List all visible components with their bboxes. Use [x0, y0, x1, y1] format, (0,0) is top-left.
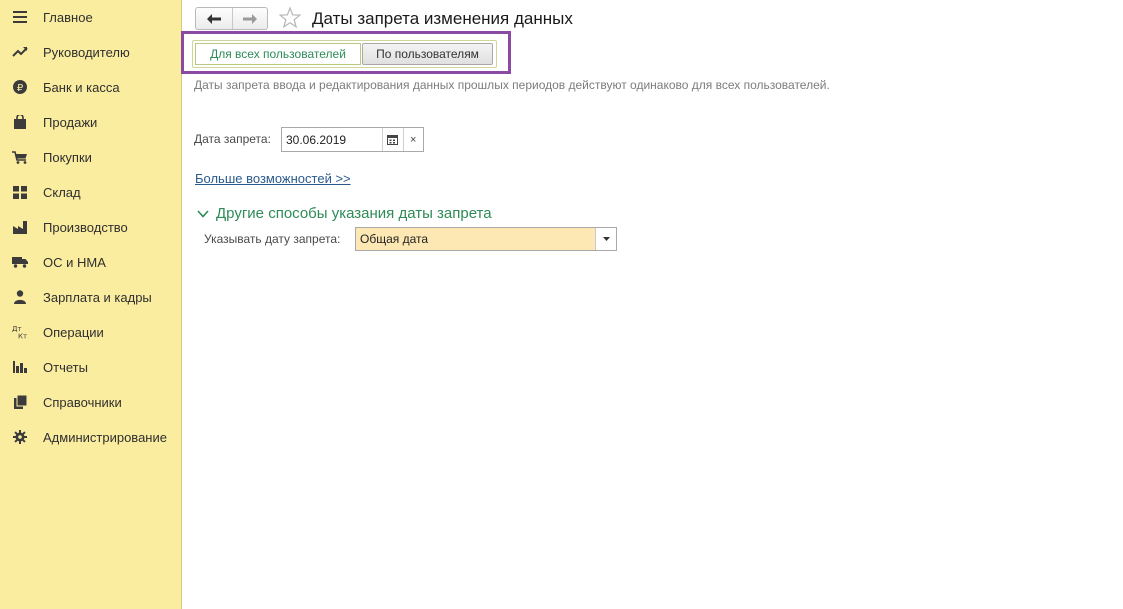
sidebar-item-salary[interactable]: Зарплата и кадры [0, 283, 181, 311]
sidebar-item-bank[interactable]: ₽ Банк и касса [0, 73, 181, 101]
cart-icon [12, 150, 28, 164]
sidebar-item-label: Отчеты [43, 360, 88, 375]
date-field: × [281, 127, 424, 152]
sidebar-item-label: Склад [43, 185, 81, 200]
sidebar-item-label: Операции [43, 325, 104, 340]
tab-all-users[interactable]: Для всех пользователей [195, 43, 361, 65]
info-text: Даты запрета ввода и редактирования данн… [194, 78, 830, 92]
group-title: Другие способы указания даты запрета [216, 205, 492, 222]
tab-by-users[interactable]: По пользователям [362, 43, 493, 65]
mode-switch: Для всех пользователей По пользователям [192, 40, 497, 68]
more-options-link[interactable]: Больше возможностей >> [195, 171, 351, 186]
history-navigation [195, 7, 268, 30]
sidebar-item-manager[interactable]: Руководителю [0, 38, 181, 66]
dropdown-button[interactable] [595, 228, 616, 250]
sidebar-item-warehouse[interactable]: Склад [0, 178, 181, 206]
sidebar-item-label: Продажи [43, 115, 98, 130]
sidebar-item-sales[interactable]: Продажи [0, 108, 181, 136]
date-label: Дата запрета: [194, 132, 271, 146]
warehouse-grid-icon [12, 185, 28, 199]
sidebar-item-reports[interactable]: Отчеты [0, 353, 181, 381]
svg-text:₽: ₽ [17, 83, 24, 94]
sidebar: Главное Руководителю ₽ Банк и касса Прод… [0, 0, 182, 609]
favorite-star-button[interactable] [278, 6, 302, 30]
ruble-icon: ₽ [12, 80, 28, 94]
group-toggle[interactable]: Другие способы указания даты запрета [196, 205, 492, 222]
sidebar-item-label: Производство [43, 220, 128, 235]
sidebar-item-label: Главное [43, 10, 93, 25]
date-input[interactable] [282, 128, 382, 151]
trend-icon [12, 45, 28, 59]
date-mode-select[interactable]: Общая дата [355, 227, 617, 251]
sidebar-item-label: Банк и касса [43, 80, 120, 95]
sidebar-item-production[interactable]: Производство [0, 213, 181, 241]
chevron-down-icon [602, 237, 610, 241]
factory-icon [12, 220, 28, 234]
svg-text:Кт: Кт [18, 333, 27, 340]
arrow-right-icon [242, 13, 257, 24]
calendar-icon [387, 135, 399, 145]
chevron-down-icon [197, 209, 209, 218]
sidebar-item-label: Справочники [43, 395, 122, 410]
dt-kt-icon: Дт Кт [12, 325, 28, 339]
sidebar-item-purchases[interactable]: Покупки [0, 143, 181, 171]
sidebar-item-label: Зарплата и кадры [43, 290, 152, 305]
clear-button[interactable]: × [402, 128, 424, 151]
date-mode-label: Указывать дату запрета: [204, 232, 341, 246]
truck-icon [12, 255, 28, 269]
menu-icon [12, 10, 28, 24]
arrow-left-icon [206, 13, 221, 24]
bar-chart-icon [12, 360, 28, 374]
forward-button[interactable] [231, 8, 268, 29]
shopping-bag-icon [12, 115, 28, 129]
gear-icon [12, 430, 28, 444]
sidebar-item-references[interactable]: Справочники [0, 388, 181, 416]
page-title: Даты запрета изменения данных [312, 9, 573, 28]
sidebar-item-operations[interactable]: Дт Кт Операции [0, 318, 181, 346]
back-button[interactable] [196, 8, 232, 29]
books-icon [12, 395, 28, 409]
sidebar-item-label: Администрирование [43, 430, 167, 445]
date-mode-value: Общая дата [360, 232, 429, 246]
calendar-button[interactable] [382, 128, 403, 151]
sidebar-item-main[interactable]: Главное [0, 3, 181, 31]
sidebar-item-administration[interactable]: Администрирование [0, 423, 181, 451]
sidebar-item-label: Руководителю [43, 45, 130, 60]
app-window: Главное Руководителю ₽ Банк и касса Прод… [0, 0, 1123, 609]
sidebar-item-fixed-assets[interactable]: ОС и НМА [0, 248, 181, 276]
sidebar-item-label: ОС и НМА [43, 255, 106, 270]
sidebar-item-label: Покупки [43, 150, 92, 165]
person-icon [12, 290, 28, 304]
star-icon [278, 6, 302, 29]
